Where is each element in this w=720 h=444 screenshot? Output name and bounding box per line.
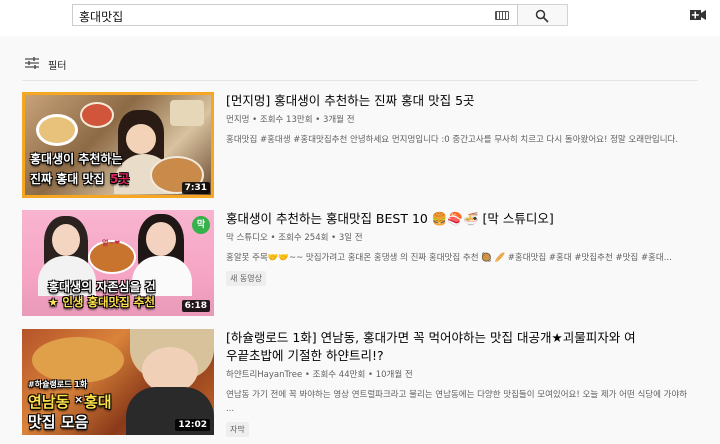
video-description: 연남동 가기 전에 꼭 봐야하는 영상 연트럴파크라고 불리는 연남동에는 다양… <box>226 390 688 414</box>
thumbnail-text: 연남동 <box>28 393 70 411</box>
meta-separator: • <box>315 115 323 125</box>
meta-separator: • <box>252 115 260 125</box>
thumbnail-text: 진짜 홍대 맛집 <box>30 172 105 186</box>
video-thumbnail[interactable]: 홍대생이 추천하는 진짜 홍대 맛집 5곳 7:31 <box>22 92 214 198</box>
channel-logo: 막 <box>192 216 210 234</box>
keyboard-icon[interactable] <box>495 11 509 20</box>
subtitles-badge: 자막 <box>226 422 249 437</box>
search-query[interactable]: 홍대맛집 <box>79 8 123 25</box>
upload-age: 3개월 전 <box>322 115 355 125</box>
video-duration: 6:18 <box>181 300 210 312</box>
video-title[interactable]: 홍대생이 추천하는 홍대맛집 BEST 10 🍔🍣🍜 [막 스튜디오] <box>226 210 696 228</box>
channel-name[interactable]: 하얀트리HayanTree <box>226 370 302 380</box>
thumbnail-text: 얼~❤ <box>102 239 121 247</box>
video-meta: 하얀트리HayanTree • 조회수 44만회 • 10개월 전 <box>226 368 696 380</box>
thumbnail-text: 홍대생의 자존심을 건 <box>48 280 156 294</box>
view-count: 조회수 13만회 <box>259 115 313 125</box>
video-thumbnail[interactable]: #하슐랭로드 1화 연남동 × 홍대 맛집 모음 12:02 <box>22 329 214 435</box>
video-info: [먼지멍] 홍대생이 추천하는 진짜 홍대 맛집 5곳 먼지멍 • 조회수 13… <box>226 92 696 147</box>
thumbnail-text: × <box>74 393 84 406</box>
video-info: [하슐랭로드 1화] 연남동, 홍대가면 꼭 먹어야하는 맛집 대공개★괴물피자… <box>226 329 696 437</box>
meta-separator: • <box>304 370 313 380</box>
search-input[interactable]: 홍대맛집 <box>72 4 518 26</box>
filter-icon <box>25 57 39 69</box>
divider <box>22 80 698 81</box>
video-meta: 막 스튜디오 • 조회수 254회 • 3일 전 <box>226 231 696 243</box>
channel-name[interactable]: 먼지멍 <box>226 115 249 125</box>
upload-age: 10개월 전 <box>375 370 413 380</box>
thumbnail-text: 홍대 <box>84 393 112 411</box>
meta-separator: • <box>331 233 339 243</box>
video-title[interactable]: [하슐랭로드 1화] 연남동, 홍대가면 꼭 먹어야하는 맛집 대공개★괴물피자… <box>226 329 696 365</box>
thumbnail-text: 홍대생이 추천하는 <box>30 152 123 166</box>
video-title-line[interactable]: [하슐랭로드 1화] 연남동, 홍대가면 꼭 먹어야하는 맛집 대공개★괴물피자… <box>226 329 696 347</box>
video-title-line[interactable]: 우끝초밥에 기절한 하얀트리!? <box>226 347 696 365</box>
video-camera-icon[interactable] <box>690 9 706 21</box>
view-count: 조회수 254회 <box>278 233 329 243</box>
thumbnail-text: 맛집 모음 <box>28 413 89 431</box>
upload-age: 3일 전 <box>338 233 363 243</box>
filter-label: 필터 <box>48 61 67 72</box>
top-bar: 홍대맛집 <box>0 0 720 36</box>
results-pane: 필터 홍대생이 추천하는 진짜 홍대 맛집 5곳 7:31 [먼지멍] 홍대생이… <box>4 36 720 444</box>
video-meta: 먼지멍 • 조회수 13만회 • 3개월 전 <box>226 113 696 125</box>
view-count: 조회수 44만회 <box>312 370 366 380</box>
video-duration: 12:02 <box>175 419 210 431</box>
channel-name[interactable]: 막 스튜디오 <box>226 233 268 243</box>
meta-separator: • <box>367 370 376 380</box>
video-thumbnail[interactable]: 막 얼~❤ 홍대생의 자존심을 건 ★ 인생 홍대맛집 추천 6:18 <box>22 210 214 316</box>
video-description: 홍알못 주목🤝🤝~~ 맛집가려고 홍대온 홍댕생 의 진짜 홍대맛집 추천 🥘 … <box>226 253 672 263</box>
video-result[interactable]: 막 얼~❤ 홍대생의 자존심을 건 ★ 인생 홍대맛집 추천 6:18 홍대생이… <box>22 210 698 318</box>
new-video-badge: 새 동영상 <box>226 271 266 286</box>
video-title[interactable]: [먼지멍] 홍대생이 추천하는 진짜 홍대 맛집 5곳 <box>226 92 696 110</box>
thumbnail-text: ★ 인생 홍대맛집 추천 <box>48 295 155 309</box>
thumbnail-text: #하슐랭로드 1화 <box>28 380 88 389</box>
video-info: 홍대생이 추천하는 홍대맛집 BEST 10 🍔🍣🍜 [막 스튜디오] 막 스튜… <box>226 210 696 286</box>
video-result[interactable]: 홍대생이 추천하는 진짜 홍대 맛집 5곳 7:31 [먼지멍] 홍대생이 추천… <box>22 92 698 200</box>
search-icon <box>535 9 549 23</box>
video-description: 홍대맛집 #홍대생 #홍대맛집추천 안녕하세요 먼지멍입니다 :0 중간고사를 … <box>226 135 679 145</box>
thumbnail-text: 5곳 <box>110 172 130 186</box>
video-result[interactable]: #하슐랭로드 1화 연남동 × 홍대 맛집 모음 12:02 [하슐랭로드 1화… <box>22 329 698 437</box>
search-button[interactable] <box>518 4 568 26</box>
video-duration: 7:31 <box>181 182 210 194</box>
